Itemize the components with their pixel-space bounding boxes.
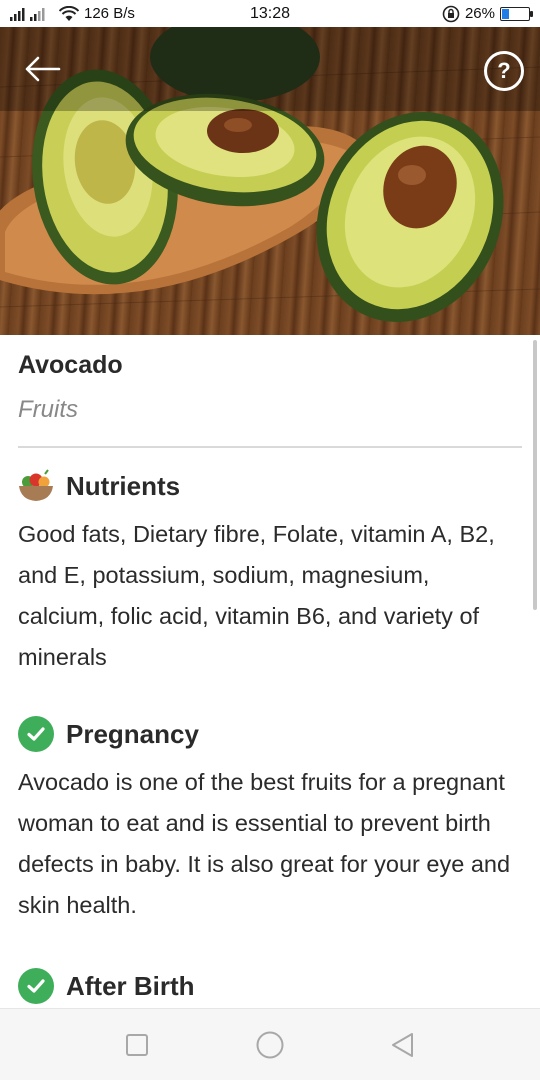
battery-level — [502, 8, 510, 19]
signal-icon — [10, 7, 45, 21]
system-back-button[interactable] — [379, 1021, 427, 1069]
check-circle-icon — [18, 968, 54, 1004]
rotation-lock-icon — [442, 5, 460, 22]
system-nav-bar — [0, 1008, 540, 1080]
food-name: Avocado — [18, 351, 123, 379]
network-speed: 126 B/s — [84, 5, 135, 22]
circle-icon — [256, 1031, 284, 1058]
nutrients-title: Nutrients — [66, 470, 181, 501]
nutrients-text: Good fats, Dietary fibre, Folate, vitami… — [18, 521, 495, 670]
help-button[interactable]: ? — [484, 51, 524, 91]
arrow-left-icon — [25, 56, 61, 82]
food-detail-content[interactable]: Avocado Fruits Nutrients Good fats, Diet… — [0, 335, 540, 1008]
question-mark-icon: ? — [497, 58, 511, 83]
check-circle-icon — [18, 716, 54, 752]
nutrients-section: Nutrients Good fats, Dietary fibre, Fola… — [18, 468, 522, 678]
food-category: Fruits — [18, 396, 78, 423]
status-bar: 126 B/s 13:28 26% — [0, 0, 540, 27]
pregnancy-title: Pregnancy — [66, 718, 199, 749]
hero-toolbar — [0, 27, 540, 111]
hero-image: ? — [0, 27, 540, 335]
battery-percent: 26% — [464, 5, 495, 22]
wifi-icon — [59, 5, 79, 21]
pregnancy-section: Pregnancy Avocado is one of the best fru… — [18, 716, 522, 926]
back-button[interactable] — [20, 49, 64, 89]
pregnancy-text: Avocado is one of the best fruits for a … — [18, 769, 511, 918]
after-birth-section: After Birth — [18, 968, 522, 1004]
triangle-back-icon — [392, 1032, 414, 1057]
square-icon — [125, 1033, 148, 1056]
battery-icon — [500, 6, 533, 21]
status-left: 126 B/s — [10, 5, 135, 22]
recent-apps-button[interactable] — [113, 1021, 161, 1069]
fruit-bowl-icon — [19, 469, 53, 501]
scrollbar[interactable] — [533, 340, 537, 610]
clock: 13:28 — [249, 4, 291, 22]
divider — [18, 446, 522, 448]
status-right: 26% — [442, 5, 533, 23]
home-button[interactable] — [246, 1021, 294, 1069]
after-birth-title: After Birth — [66, 970, 195, 1001]
